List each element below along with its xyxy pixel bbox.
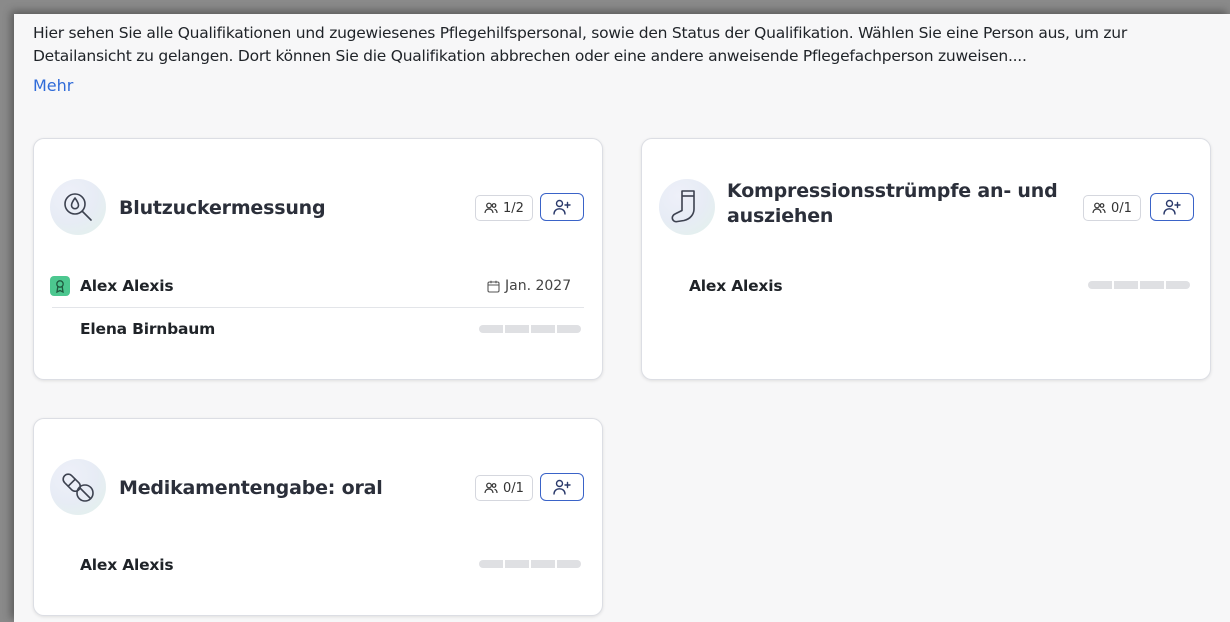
qualifications-panel: Hier sehen Sie alle Qualifikationen und … (14, 14, 1230, 622)
user-plus-icon (1163, 199, 1181, 215)
person-name[interactable]: Alex Alexis (80, 556, 174, 574)
progress-bar (479, 325, 581, 333)
user-plus-icon (553, 199, 571, 215)
sock-icon (659, 179, 715, 235)
assigned-count: 0/1 (503, 480, 524, 496)
add-person-button[interactable] (540, 193, 584, 221)
qualification-card-blutzuckermessung[interactable]: Blutzuckermessung 1/2 Alex Alexis Jan. 2… (33, 138, 603, 380)
intro-text: Hier sehen Sie alle Qualifikationen und … (33, 24, 1128, 65)
person-name[interactable]: Alex Alexis (80, 277, 174, 295)
progress-bar (479, 560, 581, 568)
qualification-date-text: Jan. 2027 (505, 278, 572, 294)
user-plus-icon (553, 479, 571, 495)
calendar-icon (487, 280, 500, 293)
person-name[interactable]: Elena Birnbaum (80, 320, 215, 338)
card-title-line: Kompressionsstrümpfe an- und (727, 180, 1058, 202)
certified-badge-icon (50, 276, 70, 296)
users-icon (484, 202, 498, 214)
more-link[interactable]: Mehr (33, 76, 73, 95)
add-person-button[interactable] (540, 473, 584, 501)
qualification-card-medikamentengabe[interactable]: Medikamentengabe: oral 0/1 Alex Alexis (33, 418, 603, 616)
pill-icon (50, 459, 106, 515)
person-name[interactable]: Alex Alexis (689, 277, 783, 295)
card-title: Kompressionsstrümpfe an- und ausziehen (727, 179, 1058, 229)
qualification-card-kompressionsstruempfe[interactable]: Kompressionsstrümpfe an- und ausziehen 0… (641, 138, 1211, 380)
card-title: Blutzuckermessung (119, 197, 326, 219)
users-icon (1092, 202, 1106, 214)
blood-drop-magnifier-icon (50, 179, 106, 235)
assigned-count: 1/2 (503, 200, 524, 216)
assigned-count-badge: 0/1 (1083, 195, 1141, 221)
card-title-line: ausziehen (727, 205, 834, 227)
qualification-date: Jan. 2027 (487, 278, 571, 294)
add-person-button[interactable] (1150, 193, 1194, 221)
progress-bar (1088, 281, 1190, 289)
users-icon (484, 482, 498, 494)
card-title: Medikamentengabe: oral (119, 477, 383, 499)
row-divider (52, 307, 584, 308)
assigned-count-badge: 1/2 (475, 195, 533, 221)
assigned-count-badge: 0/1 (475, 475, 533, 501)
assigned-count: 0/1 (1111, 200, 1132, 216)
